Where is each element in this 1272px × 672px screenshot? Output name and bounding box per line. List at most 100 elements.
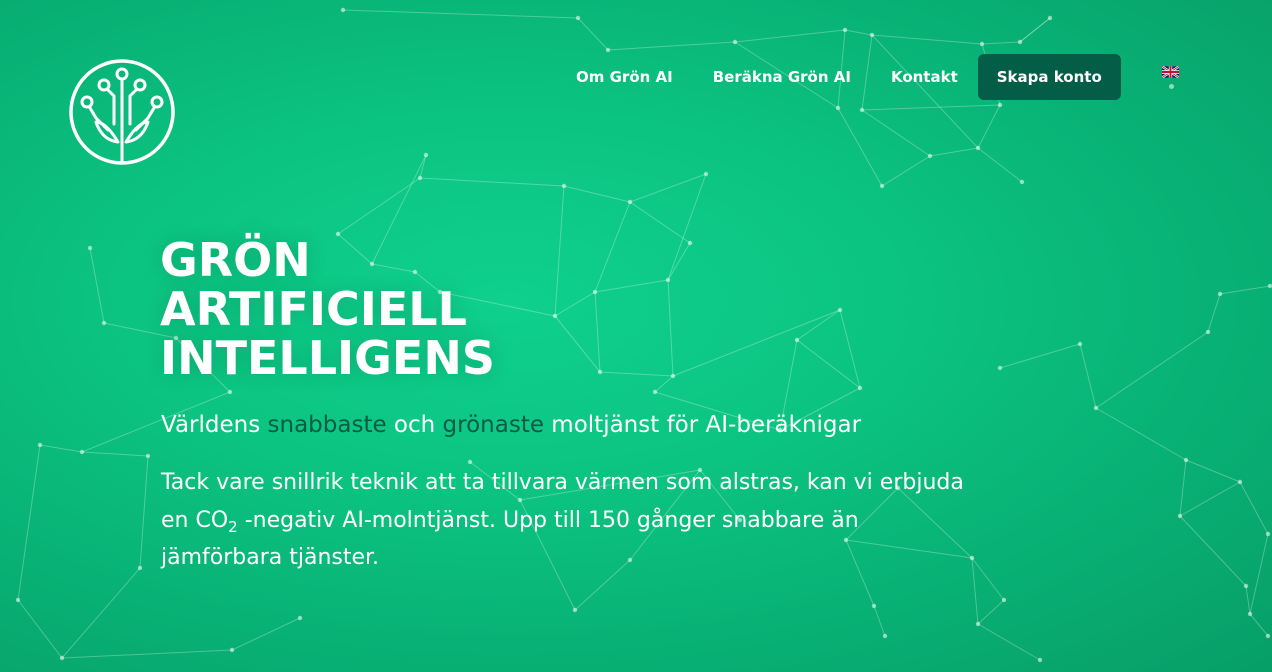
network-node bbox=[1205, 329, 1211, 335]
hero-title-line: INTELLIGENS bbox=[160, 331, 495, 385]
language-indicator-dot bbox=[1169, 84, 1174, 89]
network-node bbox=[997, 365, 1003, 371]
network-node bbox=[1019, 179, 1025, 185]
network-line bbox=[1095, 331, 1209, 409]
network-line bbox=[39, 444, 83, 453]
network-node bbox=[575, 15, 581, 21]
network-node bbox=[979, 41, 985, 47]
network-node bbox=[1183, 457, 1189, 463]
network-line bbox=[654, 375, 674, 393]
network-line bbox=[337, 177, 421, 235]
network-node bbox=[857, 385, 863, 391]
network-line bbox=[861, 104, 1001, 111]
network-node bbox=[687, 240, 693, 246]
network-line bbox=[977, 147, 1023, 183]
network-node bbox=[1267, 283, 1272, 289]
network-line bbox=[861, 109, 931, 157]
network-node bbox=[1243, 583, 1249, 589]
subtitle-text: moltjänst för AI-beräknigar bbox=[544, 412, 862, 438]
network-line bbox=[672, 309, 841, 377]
network-line bbox=[796, 309, 841, 341]
network-line bbox=[1179, 481, 1241, 517]
network-line bbox=[61, 649, 233, 659]
network-line bbox=[977, 623, 1041, 661]
subtitle-highlight-fastest: snabbaste bbox=[267, 412, 387, 438]
hero-subtitle: Världens snabbaste och grönaste moltjäns… bbox=[161, 410, 861, 440]
network-node bbox=[1001, 597, 1007, 603]
network-line bbox=[139, 455, 149, 569]
nav-link-kontakt[interactable]: Kontakt bbox=[891, 68, 958, 86]
network-line bbox=[594, 201, 631, 293]
network-node bbox=[835, 105, 841, 111]
network-line bbox=[929, 147, 979, 157]
network-node bbox=[297, 615, 303, 621]
network-node bbox=[652, 389, 658, 395]
network-node bbox=[997, 102, 1003, 108]
network-node bbox=[87, 245, 93, 251]
network-node bbox=[1017, 39, 1023, 45]
network-node bbox=[703, 171, 709, 177]
subtitle-text: Världens bbox=[161, 412, 268, 438]
network-line bbox=[89, 247, 105, 324]
network-line bbox=[881, 155, 931, 187]
network-node bbox=[1037, 657, 1043, 663]
network-node bbox=[879, 183, 885, 189]
network-line bbox=[1245, 585, 1251, 615]
network-node bbox=[101, 320, 107, 326]
main-nav: Om Grön AI Beräkna Grön AI Kontakt Skapa… bbox=[560, 54, 1121, 100]
network-line bbox=[231, 617, 301, 651]
network-line bbox=[977, 599, 1005, 625]
network-line bbox=[871, 34, 983, 45]
language-switcher[interactable] bbox=[1162, 66, 1180, 94]
network-node bbox=[665, 277, 671, 283]
circuit-leaf-logo[interactable] bbox=[68, 58, 176, 166]
network-line bbox=[563, 185, 631, 203]
network-line bbox=[1179, 459, 1187, 517]
subtitle-highlight-greenest: grönaste bbox=[442, 412, 544, 438]
network-line bbox=[1249, 613, 1269, 637]
network-line bbox=[839, 309, 861, 389]
description-text: -negativ AI-molntjänst. Upp till 150 gån… bbox=[237, 507, 859, 533]
network-line bbox=[342, 9, 579, 19]
nav-link-berakna-gron-ai[interactable]: Beräkna Grön AI bbox=[713, 68, 851, 86]
network-line bbox=[1219, 285, 1271, 295]
network-line bbox=[796, 339, 861, 389]
network-line bbox=[419, 154, 427, 179]
network-line bbox=[594, 291, 601, 373]
create-account-button[interactable]: Skapa konto bbox=[977, 54, 1121, 100]
network-line bbox=[873, 605, 886, 637]
network-node bbox=[59, 655, 65, 661]
description-line: en CO2 -negativ AI-molntjänst. Upp till … bbox=[161, 502, 1091, 540]
network-line bbox=[81, 451, 149, 457]
network-node bbox=[1247, 611, 1253, 617]
network-line bbox=[1019, 17, 1051, 43]
description-line: Tack vare snillrik teknik att ta tillvar… bbox=[161, 470, 964, 495]
network-line bbox=[837, 107, 883, 187]
network-line bbox=[629, 173, 707, 203]
network-node bbox=[79, 449, 85, 455]
uk-flag-icon bbox=[1162, 66, 1179, 78]
hero-title: GRÖN ARTIFICIELL INTELLIGENS bbox=[160, 236, 580, 383]
network-node bbox=[605, 47, 611, 53]
network-node bbox=[227, 389, 233, 395]
network-node bbox=[871, 603, 877, 609]
network-line bbox=[629, 201, 691, 244]
nav-link-om-gron-ai[interactable]: Om Grön AI bbox=[576, 68, 673, 86]
network-node bbox=[137, 565, 143, 571]
network-node bbox=[15, 597, 21, 603]
network-node bbox=[145, 453, 151, 459]
network-line bbox=[1079, 343, 1097, 409]
network-node bbox=[1047, 15, 1053, 21]
network-node bbox=[1177, 513, 1183, 519]
network-line bbox=[599, 371, 674, 377]
network-node bbox=[837, 307, 843, 313]
network-line bbox=[594, 279, 669, 293]
network-line bbox=[1207, 293, 1221, 333]
network-node bbox=[869, 32, 875, 38]
network-node bbox=[859, 107, 865, 113]
network-node bbox=[882, 633, 888, 639]
network-node bbox=[229, 647, 235, 653]
network-line bbox=[667, 173, 707, 281]
network-node bbox=[597, 369, 603, 375]
network-line bbox=[17, 444, 41, 601]
